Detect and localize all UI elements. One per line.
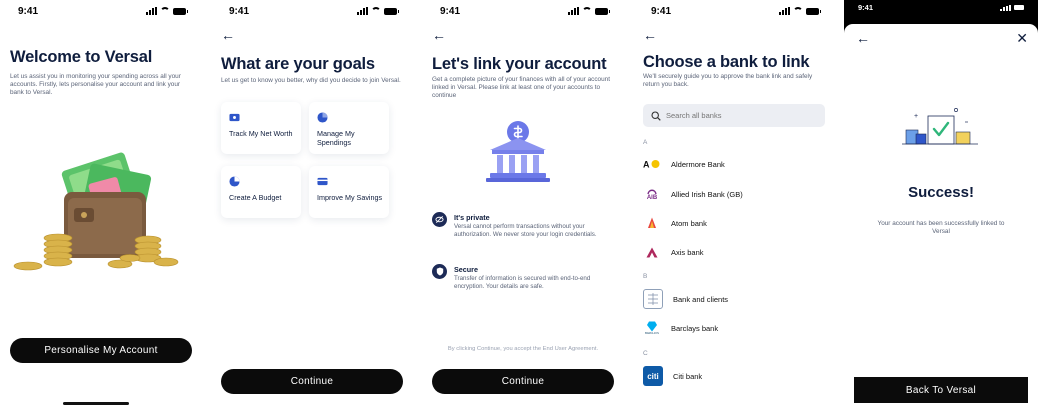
status-bar: 9:41 [633,0,835,22]
signal-icon [779,7,790,15]
welcome-screen: 9:41 Welcome to Versal Let us assist you… [0,0,202,416]
page-subtitle: Get a complete picture of your finances … [432,76,610,99]
wifi-icon [371,7,381,15]
wifi-icon [160,7,170,15]
battery-icon [173,7,188,15]
personalise-account-button[interactable]: Personalise My Account [10,338,192,363]
svg-text:+: + [914,113,918,120]
bank-item[interactable]: Bank and clients [643,289,825,309]
success-illustration: + [902,108,978,145]
status-bar: 9:41 [211,0,413,22]
page-subtitle: We'll securely guide you to approve the … [643,73,813,88]
page-subtitle: Let us assist you in monitoring your spe… [10,73,181,96]
page-subtitle: Let us get to know you better, why did y… [221,77,401,84]
wifi-icon [582,7,592,15]
section-letter: A [643,139,648,146]
signal-icon [568,7,579,15]
status-bar: 9:41 [422,0,624,22]
wallet-illustration [13,152,179,271]
success-sheet: ← ✕ + Success! Your account has been suc… [844,18,1038,416]
status-icons [146,7,188,15]
citi-logo-icon: citi [643,366,663,386]
pie-chart-icon [317,112,328,123]
goal-card-net-worth[interactable]: Track My Net Worth [221,102,301,154]
back-arrow-icon[interactable]: ← [643,27,659,43]
feature-title: Secure [454,265,478,274]
choose-bank-screen: 9:41 ← Choose a bank to link We'll secur… [633,0,835,416]
bank-building-icon [486,121,550,182]
shield-icon [432,264,447,279]
success-screen: 9:41 ← ✕ + Success! Your account has bee… [844,0,1038,416]
back-arrow-icon[interactable]: ← [221,27,237,43]
goal-card-savings[interactable]: Improve My Savings [309,166,389,218]
link-account-screen: 9:41 ← Let's link your account Get a com… [422,0,624,416]
card-icon [317,177,328,186]
search-input[interactable] [666,111,796,120]
atom-logo-icon [643,214,661,232]
bank-item[interactable]: citi Citi bank [643,366,825,386]
bank-item[interactable]: A Aldermore Bank [643,154,825,174]
status-bar: 9:41 [0,0,202,22]
section-letter: B [643,273,648,280]
bank-item[interactable]: Axis bank [643,242,825,262]
close-icon[interactable]: ✕ [1016,30,1028,47]
success-title: Success! [908,184,974,201]
battery-icon [595,7,610,15]
status-bar: 9:41 [844,0,1038,14]
continue-button[interactable]: Continue [432,369,614,394]
search-icon [651,110,661,121]
signal-icon [1000,3,1011,11]
aib-logo-icon: AIB [643,185,661,203]
feature-description: Transfer of information is secured with … [454,275,591,290]
continue-button[interactable]: Continue [221,369,403,394]
page-title: Welcome to Versal [10,48,153,66]
signal-icon [357,7,368,15]
aldermore-logo-icon: A [643,155,661,173]
goal-label: Create A Budget [229,193,282,202]
wifi-icon [793,7,803,15]
back-arrow-icon[interactable]: ← [432,27,448,43]
back-arrow-icon[interactable]: ← [856,30,870,46]
home-indicator [63,402,129,405]
feature-title: It's private [454,213,490,222]
pie-chart-icon [229,176,240,187]
status-time: 9:41 [651,5,672,17]
svg-text:A: A [643,160,650,170]
feature-description: Versal cannot perform transactions witho… [454,223,597,238]
page-title: Let's link your account [432,55,607,73]
goal-card-spendings[interactable]: Manage My Spendings [309,102,389,154]
section-letter: C [643,350,648,357]
success-subtitle: Your account has been successfully linke… [877,220,1005,235]
status-time: 9:41 [229,5,250,17]
bank-item[interactable]: Atom bank [643,213,825,233]
bank-item[interactable]: BARCLAYS Barclays bank [643,318,825,338]
status-time: 9:41 [18,5,39,17]
back-to-versal-button[interactable]: Back To Versal [854,377,1028,403]
legal-note: By clicking Continue, you accept the End… [447,346,599,352]
goals-screen: 9:41 ← What are your goals Let us get to… [211,0,413,416]
status-icons [779,7,821,15]
page-title: What are your goals [221,55,375,73]
status-icons [568,7,610,15]
goal-card-budget[interactable]: Create A Budget [221,166,301,218]
barclays-logo-icon: BARCLAYS [643,319,661,337]
status-icons [357,7,399,15]
signal-icon [146,7,157,15]
bank-and-clients-logo-icon [643,289,663,309]
status-icons [1000,3,1024,11]
bank-search-box[interactable] [643,104,825,127]
goal-label: Improve My Savings [317,193,383,202]
goal-label: Track My Net Worth [229,129,293,138]
wallet-icon [229,113,240,122]
status-time: 9:41 [858,2,874,12]
eye-off-icon [432,212,447,227]
status-time: 9:41 [440,5,461,17]
goal-label: Manage My Spendings [317,129,355,147]
axis-logo-icon [643,243,661,261]
battery-icon [384,7,399,15]
page-title: Choose a bank to link [643,53,810,71]
bank-item[interactable]: AIB Allied Irish Bank (GB) [643,184,825,204]
battery-icon [1014,4,1024,10]
battery-icon [806,7,821,15]
